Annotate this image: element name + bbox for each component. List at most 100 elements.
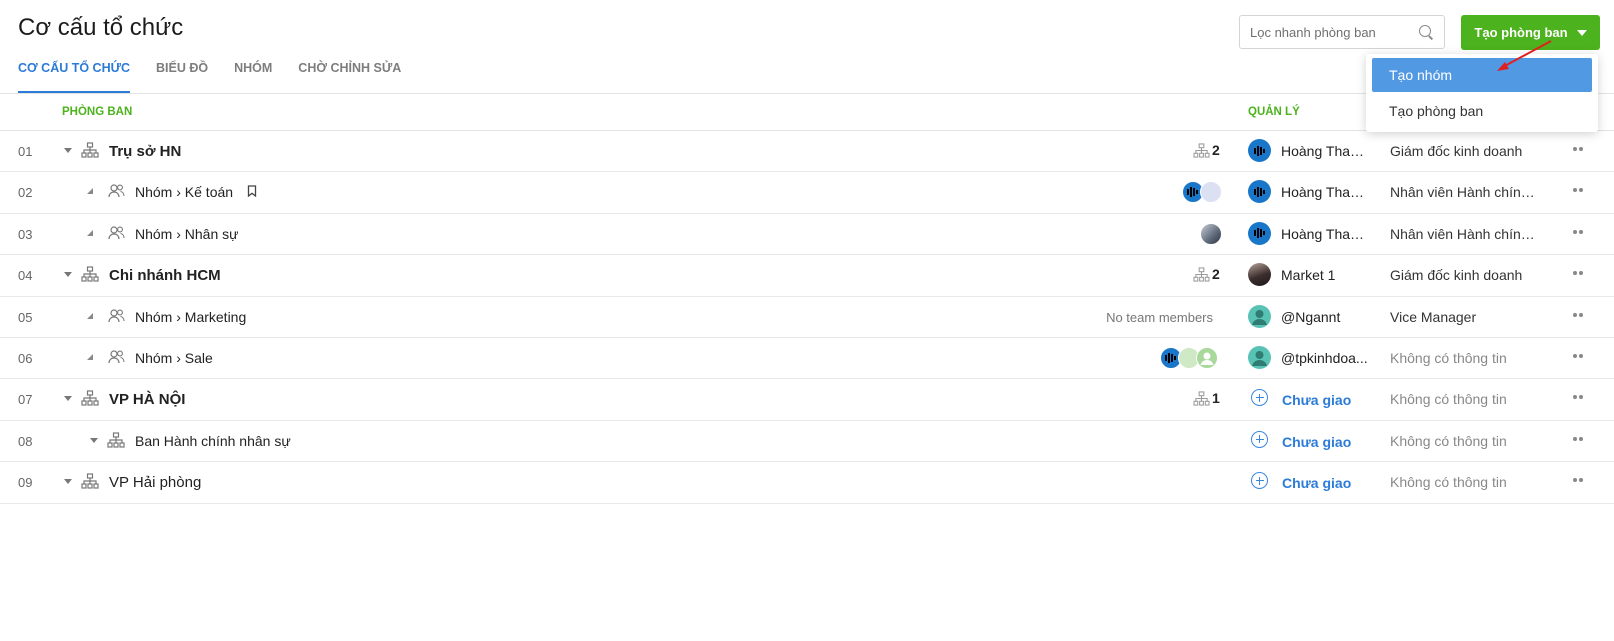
row-number: 02 bbox=[18, 185, 33, 201]
expand-toggle-icon[interactable] bbox=[87, 353, 93, 360]
tab-teams[interactable]: NHÓM bbox=[234, 58, 272, 94]
collapse-toggle-icon[interactable] bbox=[64, 148, 72, 153]
department-name[interactable]: Chi nhánh HCM bbox=[109, 267, 221, 284]
org-tree-icon bbox=[81, 266, 99, 282]
team-name[interactable]: Nhóm › Nhân sự bbox=[135, 226, 239, 242]
add-manager-icon[interactable] bbox=[1251, 430, 1268, 448]
manager-avatar bbox=[1248, 139, 1271, 162]
row-number: 04 bbox=[18, 268, 33, 284]
team-icon bbox=[108, 350, 125, 364]
manager-position: Giám đốc kinh doanh bbox=[1390, 267, 1523, 284]
org-tree-icon bbox=[1193, 391, 1210, 406]
bookmark-icon[interactable] bbox=[247, 185, 257, 198]
more-options-icon[interactable] bbox=[1573, 395, 1585, 400]
department-name[interactable]: Ban Hành chính nhân sự bbox=[135, 433, 291, 449]
department-name[interactable]: VP HÀ NỘI bbox=[109, 391, 185, 408]
collapse-toggle-icon[interactable] bbox=[64, 272, 72, 278]
page-title: Cơ cấu tổ chức bbox=[18, 14, 184, 41]
team-name[interactable]: Nhóm › Marketing bbox=[135, 309, 246, 325]
create-dropdown-menu: Tạo nhóm Tạo phòng ban bbox=[1366, 54, 1598, 132]
create-department-button[interactable]: Tạo phòng ban bbox=[1461, 15, 1600, 50]
table-row[interactable]: 09 VP Hải phòng Chưa giao Không có thông… bbox=[0, 462, 1614, 504]
subunit-count-value: 2 bbox=[1212, 142, 1220, 158]
more-options-icon[interactable] bbox=[1573, 229, 1585, 234]
table-row[interactable]: 08 Ban Hành chính nhân sự Chưa giao Khôn… bbox=[0, 421, 1614, 463]
row-number: 08 bbox=[18, 433, 33, 449]
department-table: 01 Trụ sở HN 2 Hoàng Thanh... Giám đốc k… bbox=[0, 131, 1614, 504]
tab-org-structure[interactable]: CƠ CẤU TỔ CHỨC bbox=[18, 58, 130, 94]
team-icon bbox=[108, 226, 125, 239]
more-options-icon[interactable] bbox=[1573, 312, 1585, 317]
user-avatar-icon bbox=[1248, 345, 1271, 369]
manager-name[interactable]: Hoàng Thanh... bbox=[1281, 226, 1371, 242]
manager-avatar bbox=[1248, 263, 1271, 287]
manager-position: Nhân viên Hành chính... bbox=[1390, 184, 1535, 201]
manager-name[interactable]: @tpkinhdoa... bbox=[1281, 350, 1371, 366]
add-manager-icon[interactable] bbox=[1251, 389, 1268, 407]
team-name[interactable]: Nhóm › Sale bbox=[135, 350, 213, 366]
subunit-count-value: 2 bbox=[1212, 266, 1220, 283]
manager-position: Không có thông tin bbox=[1390, 349, 1507, 366]
table-row[interactable]: 02 Nhóm › Kế toán Hoàng Thanh... Nhân vi… bbox=[0, 172, 1614, 214]
team-name[interactable]: Nhóm › Kế toán bbox=[135, 184, 233, 200]
menu-item-create-department[interactable]: Tạo phòng ban bbox=[1372, 94, 1592, 128]
menu-item-create-team[interactable]: Tạo nhóm bbox=[1372, 58, 1592, 92]
manager-name[interactable]: @Ngannt bbox=[1281, 309, 1371, 325]
team-icon bbox=[108, 308, 125, 322]
manager-avatar bbox=[1248, 221, 1271, 245]
org-tree-icon bbox=[81, 142, 99, 158]
manager-name[interactable]: Hoàng Thanh... bbox=[1281, 184, 1371, 200]
manager-name[interactable]: Market 1 bbox=[1281, 267, 1371, 283]
search-icon[interactable] bbox=[1418, 24, 1434, 40]
table-row[interactable]: 04 Chi nhánh HCM 2 Market 1 Giám đốc kin… bbox=[0, 255, 1614, 297]
manager-position: Giám đốc kinh doanh bbox=[1390, 143, 1523, 159]
more-options-icon[interactable] bbox=[1573, 147, 1585, 151]
more-options-icon[interactable] bbox=[1573, 478, 1585, 483]
tab-pending-edits[interactable]: CHỜ CHỈNH SỬA bbox=[298, 58, 401, 94]
assign-manager-link[interactable]: Chưa giao bbox=[1282, 392, 1351, 408]
collapse-toggle-icon[interactable] bbox=[64, 479, 72, 485]
member-avatars bbox=[1160, 346, 1218, 369]
more-options-icon[interactable] bbox=[1573, 353, 1585, 358]
org-tree-icon bbox=[107, 432, 125, 448]
subunit-count: 2 bbox=[1193, 142, 1220, 158]
table-row[interactable]: 01 Trụ sở HN 2 Hoàng Thanh... Giám đốc k… bbox=[0, 131, 1614, 173]
search-input[interactable] bbox=[1250, 24, 1418, 40]
row-number: 05 bbox=[18, 309, 33, 325]
department-name[interactable]: Trụ sở HN bbox=[109, 143, 181, 160]
row-number: 01 bbox=[18, 144, 33, 159]
search-box[interactable] bbox=[1239, 15, 1445, 49]
assign-manager-link[interactable]: Chưa giao bbox=[1282, 434, 1351, 450]
row-number: 03 bbox=[18, 226, 33, 242]
row-number: 07 bbox=[18, 392, 33, 408]
more-options-icon[interactable] bbox=[1573, 271, 1585, 276]
more-options-icon[interactable] bbox=[1573, 436, 1585, 441]
chevron-down-icon bbox=[1576, 29, 1587, 36]
table-row[interactable]: 07 VP HÀ NỘI 1 Chưa giao Không có thông … bbox=[0, 379, 1614, 421]
subunit-count-value: 1 bbox=[1212, 390, 1220, 407]
no-members-label: No team members bbox=[1106, 309, 1213, 325]
more-options-icon[interactable] bbox=[1573, 188, 1585, 193]
row-number: 06 bbox=[18, 350, 33, 366]
tab-bar: CƠ CẤU TỔ CHỨC BIỂU ĐỒ NHÓM CHỜ CHỈNH SỬ… bbox=[18, 58, 427, 94]
member-avatar bbox=[1200, 181, 1222, 204]
manager-position: Không có thông tin bbox=[1390, 432, 1507, 449]
manager-name[interactable]: Hoàng Thanh... bbox=[1281, 143, 1371, 159]
org-tree-icon bbox=[1193, 142, 1210, 158]
manager-position: Vice Manager bbox=[1390, 308, 1477, 325]
collapse-toggle-icon[interactable] bbox=[90, 437, 98, 443]
tab-chart[interactable]: BIỂU ĐỒ bbox=[156, 58, 208, 94]
table-row[interactable]: 06 Nhóm › Sale @tpkinhdoa... Không có th… bbox=[0, 338, 1614, 380]
expand-toggle-icon[interactable] bbox=[87, 229, 93, 236]
department-name[interactable]: VP Hải phòng bbox=[109, 474, 201, 491]
expand-toggle-icon[interactable] bbox=[87, 188, 93, 195]
add-manager-icon[interactable] bbox=[1251, 472, 1268, 490]
manager-position: Nhân viên Hành chính... bbox=[1390, 225, 1535, 242]
row-number: 09 bbox=[18, 475, 33, 491]
expand-toggle-icon[interactable] bbox=[87, 312, 93, 319]
manager-position: Không có thông tin bbox=[1390, 391, 1507, 408]
table-row[interactable]: 05 Nhóm › Marketing No team members @Nga… bbox=[0, 297, 1614, 338]
assign-manager-link[interactable]: Chưa giao bbox=[1282, 475, 1351, 491]
collapse-toggle-icon[interactable] bbox=[64, 396, 72, 402]
table-row[interactable]: 03 Nhóm › Nhân sự Hoàng Thanh... Nhân vi… bbox=[0, 214, 1614, 256]
